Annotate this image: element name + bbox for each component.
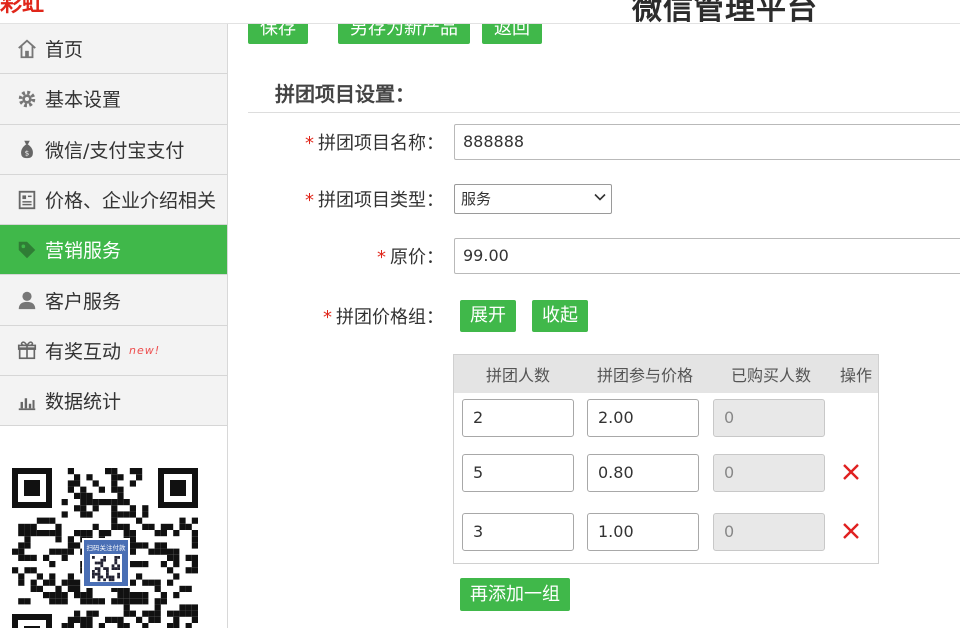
qr-overlay-text: 扫码关注付款: [87, 543, 127, 552]
platform-title: 微信管理平台: [632, 0, 818, 24]
sidebar-item-label: 基本设置: [45, 89, 122, 112]
sidebar-item-label: 微信/支付宝支付: [45, 139, 185, 162]
price-label: * 原价：: [377, 247, 444, 268]
sidebar-menu: 首页 基本设置 $ 微信/支付宝支付 价格、企业介绍相关 营销服务 客户服务 有…: [0, 24, 227, 427]
delete-icon[interactable]: [840, 520, 862, 542]
svg-text:$: $: [25, 149, 30, 158]
sidebar-item-prize-interaction[interactable]: 有奖互动 new!: [0, 325, 227, 377]
user-icon: [14, 287, 40, 313]
name-label: * 拼团项目名称：: [305, 133, 444, 154]
gear-icon: [14, 86, 40, 112]
divider: [248, 112, 960, 113]
document-icon: [14, 187, 40, 213]
bought-count-field: 0: [713, 454, 825, 492]
table-row: 5 0.80 0: [454, 454, 880, 494]
bought-count-field: 0: [713, 513, 825, 551]
table-row: 3 1.00 0: [454, 513, 880, 553]
form-row-price-group: * 拼团价格组： 展开 收起: [229, 298, 960, 334]
price-group-table: 拼团人数 拼团参与价格 已购买人数 操作 2 2.00 0 5 0.80 0 3…: [453, 354, 879, 564]
group-price-input[interactable]: 0.80: [587, 454, 699, 492]
sidebar-item-basic-settings[interactable]: 基本设置: [0, 74, 227, 125]
price-group-label: * 拼团价格组：: [323, 307, 444, 328]
sidebar-item-pricing-intro[interactable]: 价格、企业介绍相关: [0, 174, 227, 226]
toolbar: 保存 另存为新产品 返回: [248, 24, 542, 44]
sidebar-item-label: 数据统计: [45, 391, 122, 414]
project-type-select[interactable]: 服务: [454, 184, 612, 214]
sidebar-item-label: 有奖互动: [45, 340, 122, 363]
table-row: 2 2.00 0: [454, 399, 880, 439]
form-row-price: * 原价： 99.00: [229, 236, 960, 276]
type-label: * 拼团项目类型：: [305, 190, 444, 211]
sidebar-item-label: 首页: [45, 39, 84, 62]
form-row-name: * 拼团项目名称： 888888: [229, 122, 960, 162]
new-badge: new!: [129, 343, 161, 357]
column-header: 拼团人数: [485, 366, 550, 385]
group-price-input[interactable]: 1.00: [587, 513, 699, 551]
sidebar-item-home[interactable]: 首页: [0, 24, 227, 75]
bought-count-field: 0: [713, 399, 825, 437]
sidebar-item-marketing[interactable]: 营销服务: [0, 225, 227, 276]
home-icon: [14, 36, 40, 62]
top-bar: 彩虹 微信管理平台: [0, 0, 960, 24]
sidebar-item-label: 客户服务: [45, 290, 122, 313]
group-size-input[interactable]: 3: [462, 513, 574, 551]
delete-icon[interactable]: [840, 461, 862, 483]
section-title: 拼团项目设置：: [275, 82, 415, 106]
expand-button[interactable]: 展开: [460, 300, 516, 332]
group-size-input[interactable]: 5: [462, 454, 574, 492]
money-bag-icon: $: [14, 136, 40, 162]
column-header: 拼团参与价格: [596, 366, 693, 385]
sidebar-item-customer-service[interactable]: 客户服务: [0, 275, 227, 326]
column-header: 操作: [839, 366, 872, 385]
main-content: 保存 另存为新产品 返回 拼团项目设置： * 拼团项目名称： 888888 * 拼团…: [229, 24, 960, 628]
site-logo[interactable]: 彩虹: [0, 0, 44, 18]
sidebar-item-label: 价格、企业介绍相关: [45, 190, 217, 213]
project-name-input[interactable]: 888888: [454, 124, 960, 160]
gift-icon: [14, 337, 40, 363]
table-header: 拼团人数 拼团参与价格 已购买人数 操作: [454, 355, 878, 393]
sidebar-item-payment[interactable]: $ 微信/支付宝支付: [0, 124, 227, 175]
column-header: 已购买人数: [730, 366, 811, 385]
sidebar-item-statistics[interactable]: 数据统计: [0, 376, 227, 427]
save-button[interactable]: 保存: [248, 24, 308, 44]
group-price-input[interactable]: 2.00: [587, 399, 699, 437]
add-group-button[interactable]: 再添加一组: [460, 578, 570, 611]
chevron-down-icon: [593, 185, 607, 213]
original-price-input[interactable]: 99.00: [454, 238, 960, 274]
collapse-button[interactable]: 收起: [532, 300, 588, 332]
project-type-value: 服务: [461, 190, 492, 208]
qr-code: 扫码关注付款: [10, 466, 200, 628]
save-as-new-button[interactable]: 另存为新产品: [338, 24, 470, 44]
bar-chart-icon: [14, 388, 40, 414]
sidebar-item-label: 营销服务: [45, 240, 122, 263]
sidebar: 首页 基本设置 $ 微信/支付宝支付 价格、企业介绍相关 营销服务 客户服务 有…: [0, 24, 228, 628]
form-row-type: * 拼团项目类型： 服务: [229, 182, 960, 216]
group-size-input[interactable]: 2: [462, 399, 574, 437]
back-button[interactable]: 返回: [482, 24, 542, 44]
tag-icon: [14, 237, 40, 263]
